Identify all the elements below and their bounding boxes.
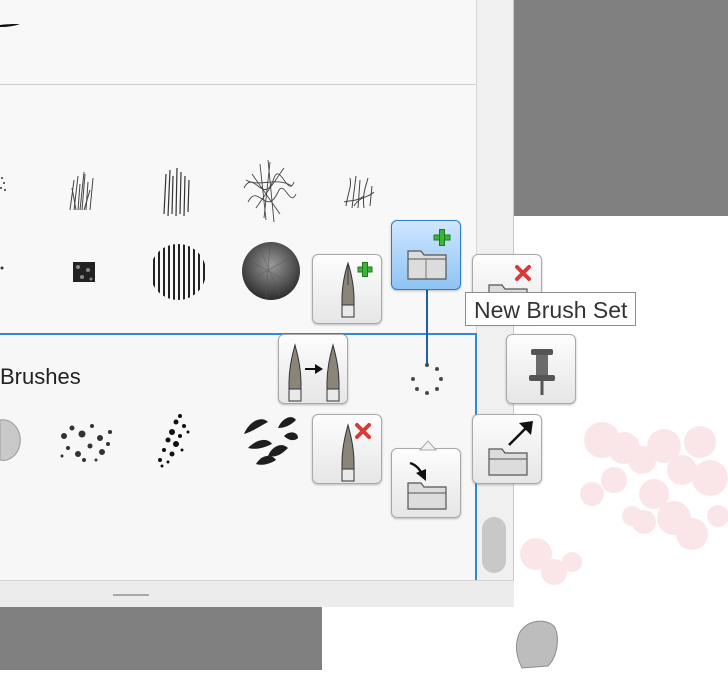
- panel-bottom-bar: [0, 580, 514, 607]
- brush-thumbnail-tuft[interactable]: [340, 172, 378, 212]
- brush-thumbnail-lines-circle[interactable]: [148, 242, 208, 302]
- pen-x-icon: [341, 423, 371, 482]
- pen-duplicate-icon: [288, 343, 340, 402]
- scrollbar-thumb[interactable]: [482, 517, 506, 573]
- folder-import-icon: [407, 461, 447, 510]
- brush-thumbnail-leaves[interactable]: [238, 408, 302, 470]
- folder-plus-icon: [407, 229, 451, 280]
- delete-brush-button[interactable]: [312, 414, 382, 484]
- duplicate-brush-button[interactable]: [278, 334, 348, 404]
- new-brush-button[interactable]: [312, 254, 382, 324]
- set-divider: [0, 84, 476, 85]
- brush-thumbnail-noise-circle[interactable]: [240, 240, 302, 302]
- brush-thumbnail-texture[interactable]: [70, 258, 98, 286]
- pin-panel-button[interactable]: [506, 334, 576, 404]
- brush-thumbnail-scribble[interactable]: [240, 158, 298, 224]
- export-brush-set-button[interactable]: [472, 414, 542, 484]
- canvas-background-gray-bottom: [0, 606, 322, 670]
- brush-thumbnail-hatch[interactable]: [158, 166, 196, 218]
- import-brush-set-button[interactable]: [391, 448, 461, 518]
- brush-set-name: Brushes: [0, 364, 81, 389]
- pin-icon: [529, 349, 555, 395]
- brush-stroke-preview[interactable]: [0, 14, 24, 34]
- pen-plus-icon: [341, 261, 373, 318]
- resize-grip[interactable]: [113, 594, 149, 596]
- tooltip: New Brush Set: [465, 292, 637, 326]
- folder-export-icon: [488, 421, 533, 476]
- new-brush-set-button[interactable]: [391, 220, 461, 290]
- canvas-paint-strokes: [515, 422, 728, 669]
- brush-thumbnail[interactable]: [0, 168, 10, 198]
- canvas-background-gray: [514, 0, 728, 216]
- brush-thumbnail-grass[interactable]: [64, 170, 100, 214]
- loading-spinner-icon: [411, 363, 443, 395]
- menu-caret-icon: [418, 440, 438, 451]
- brush-thumbnail-blob[interactable]: [0, 414, 22, 464]
- brush-thumbnail-spatter[interactable]: [56, 416, 118, 464]
- brush-thumbnail[interactable]: [0, 262, 10, 276]
- drawing-canvas[interactable]: [514, 216, 728, 670]
- brush-thumbnail-specks[interactable]: [154, 410, 198, 468]
